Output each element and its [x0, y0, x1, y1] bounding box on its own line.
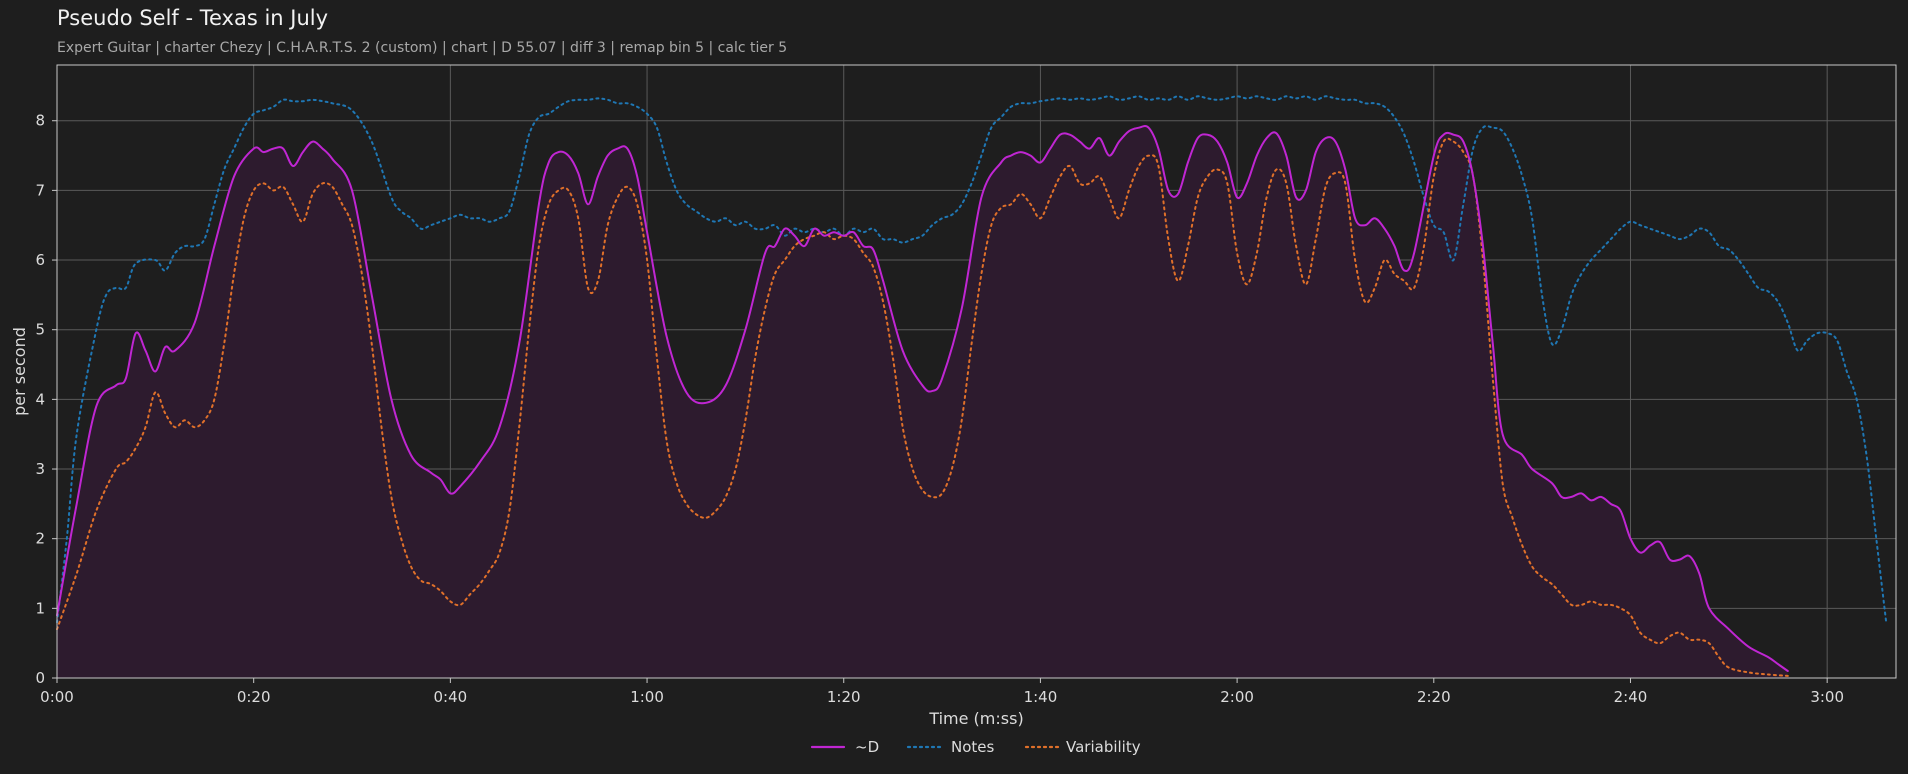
- x-axis-ticks: 0:00 0:20 0:40 1:00 1:20 1:40 2:00 2:20 2:40 3:00: [40, 678, 1844, 706]
- chart: 0:00 0:20 0:40 1:00 1:20 1:40 2:00 2:20 2:40 3:00…: [10, 64, 1897, 756]
- y-tick-label: 0: [35, 669, 45, 687]
- y-tick-label: 2: [35, 530, 45, 548]
- d-area: [57, 126, 1788, 678]
- d-area-fill: [57, 126, 1788, 678]
- y-tick-label: 1: [35, 599, 45, 617]
- legend-label: Variability: [1066, 738, 1141, 756]
- x-tick-label: 1:20: [827, 688, 861, 706]
- x-tick-label: 3:00: [1810, 688, 1844, 706]
- x-tick-label: 1:00: [630, 688, 664, 706]
- y-tick-label: 3: [35, 460, 45, 478]
- x-tick-label: 0:20: [237, 688, 271, 706]
- y-tick-label: 5: [35, 321, 45, 339]
- y-axis-ticks: 0 1 2 3 4 5 6 7 8: [35, 112, 57, 687]
- x-tick-label: 0:40: [434, 688, 468, 706]
- y-tick-label: 6: [35, 251, 45, 269]
- x-tick-label: 1:40: [1024, 688, 1058, 706]
- x-tick-label: 2:00: [1220, 688, 1254, 706]
- y-tick-label: 4: [35, 390, 45, 408]
- x-tick-label: 2:20: [1417, 688, 1451, 706]
- x-tick-label: 0:00: [40, 688, 74, 706]
- y-axis-label: per second: [10, 327, 29, 416]
- legend-label: ~D: [855, 738, 879, 756]
- x-tick-label: 2:40: [1614, 688, 1648, 706]
- x-axis-label: Time (m:ss): [928, 709, 1023, 728]
- y-tick-label: 7: [35, 181, 45, 199]
- y-tick-label: 8: [35, 112, 45, 130]
- legend-label: Notes: [951, 738, 995, 756]
- legend: ~D Notes Variability: [810, 738, 1141, 756]
